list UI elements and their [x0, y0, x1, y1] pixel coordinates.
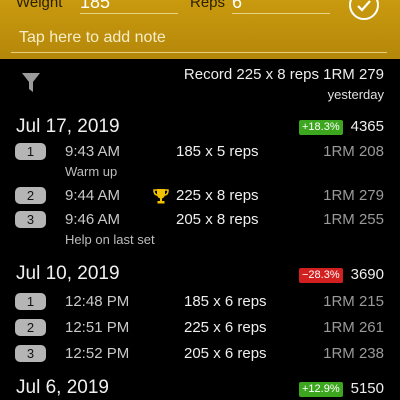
reps-field[interactable]: 6 — [232, 0, 330, 14]
set-number: 3 — [15, 211, 46, 228]
set-1rm: 1RM 279 — [323, 187, 384, 204]
trophy-icon — [153, 189, 169, 204]
set-1rm: 1RM 238 — [323, 345, 384, 362]
set-number: 1 — [15, 143, 46, 160]
weight-label: Weight — [16, 0, 63, 11]
set-1rm: 1RM 215 — [323, 293, 384, 310]
session-date: Jul 10, 2019 — [16, 263, 120, 284]
record-text: Record 225 x 8 reps 1RM 279 — [183, 66, 384, 83]
change-badge: +12.9% — [299, 382, 343, 397]
weight-field[interactable]: 185 — [80, 0, 178, 14]
check-circle-icon — [357, 0, 371, 12]
set-time: 12:52 PM — [65, 345, 130, 362]
set-1rm: 1RM 261 — [323, 319, 384, 336]
reps-label: Reps — [190, 0, 226, 11]
set-time: 9:43 AM — [65, 143, 121, 160]
set-work: 205 x 8 reps — [176, 211, 259, 228]
set-work: 225 x 6 reps — [184, 319, 267, 336]
session-total: 3690 — [350, 266, 384, 283]
set-time: 9:44 AM — [65, 187, 121, 204]
set-number: 2 — [15, 319, 46, 336]
session-total: 5150 — [350, 380, 384, 397]
set-work: 185 x 6 reps — [184, 293, 267, 310]
set-1rm: 1RM 208 — [323, 143, 384, 160]
change-badge: −28.3% — [299, 268, 343, 283]
record-time: yesterday — [327, 87, 384, 102]
set-work: 185 x 5 reps — [176, 143, 259, 160]
set-number: 1 — [15, 293, 46, 310]
note-input[interactable]: Tap here to add note — [11, 23, 387, 53]
set-note: Help on last set — [65, 232, 155, 247]
set-work: 205 x 6 reps — [184, 345, 267, 362]
change-badge: +18.3% — [299, 120, 343, 135]
session-total: 4365 — [350, 118, 384, 135]
filter-icon[interactable] — [21, 72, 41, 94]
set-time: 9:46 AM — [65, 211, 121, 228]
set-number: 3 — [15, 345, 46, 362]
set-work: 225 x 8 reps — [176, 187, 259, 204]
entry-panel: Weight 185 Reps 6 Tap here to add note — [0, 0, 400, 59]
set-time: 12:51 PM — [65, 319, 130, 336]
set-number: 2 — [15, 187, 46, 204]
confirm-button[interactable] — [349, 0, 379, 20]
set-note: Warm up — [65, 164, 118, 179]
session-date: Jul 6, 2019 — [16, 377, 109, 398]
set-time: 12:48 PM — [65, 293, 130, 310]
set-1rm: 1RM 255 — [323, 211, 384, 228]
session-date: Jul 17, 2019 — [16, 116, 120, 137]
